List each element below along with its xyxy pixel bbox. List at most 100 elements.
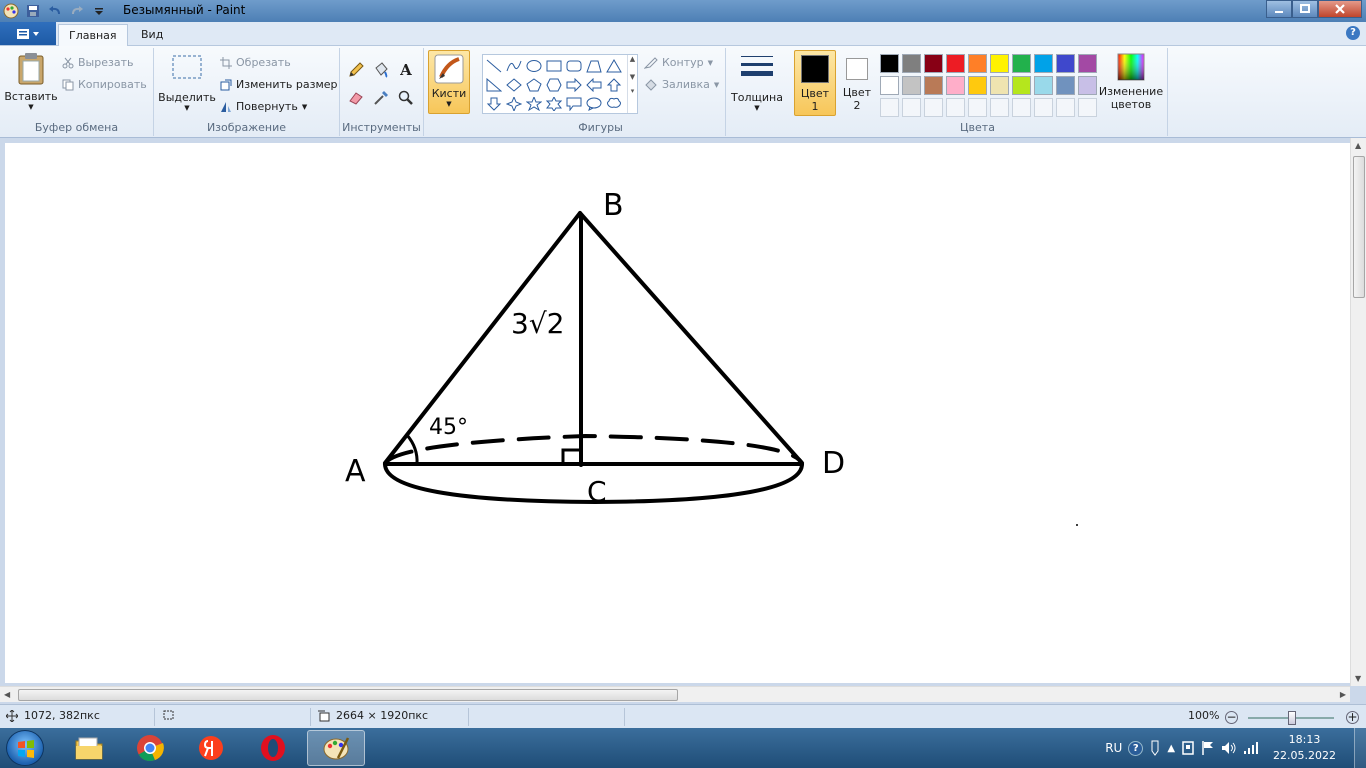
palette-color-swatch[interactable]	[968, 76, 987, 95]
palette-custom-empty-swatch[interactable]	[1034, 98, 1053, 117]
palette-custom-empty-swatch[interactable]	[880, 98, 899, 117]
palette-custom-empty-swatch[interactable]	[1056, 98, 1075, 117]
palette-color-swatch[interactable]	[968, 54, 987, 73]
undo-icon[interactable]	[46, 2, 64, 20]
edit-colors-button[interactable]: Изменение цветов	[1098, 52, 1164, 111]
language-help-icon[interactable]: ?	[1128, 740, 1144, 756]
tab-view[interactable]: Вид	[131, 24, 173, 46]
palette-color-swatch[interactable]	[880, 76, 899, 95]
fill-bucket-icon[interactable]	[371, 60, 391, 80]
five-point-star-shape-icon[interactable]	[524, 94, 544, 113]
palette-color-swatch[interactable]	[1012, 54, 1031, 73]
size-button[interactable]: Толщина ▼	[730, 52, 784, 112]
shapes-gallery-scroll[interactable]: ▲ ▼ ▾	[627, 55, 637, 113]
palette-color-swatch[interactable]	[946, 54, 965, 73]
polygon-shape-icon[interactable]	[584, 56, 604, 75]
pencil-icon[interactable]	[346, 60, 366, 80]
oval-callout-shape-icon[interactable]	[584, 94, 604, 113]
four-point-star-shape-icon[interactable]	[504, 94, 524, 113]
show-desktop-button[interactable]	[1354, 728, 1366, 768]
outline-button[interactable]: Контур ▼	[644, 56, 713, 69]
taskbar-opera[interactable]	[244, 730, 302, 766]
palette-custom-empty-swatch[interactable]	[990, 98, 1009, 117]
palette-color-swatch[interactable]	[946, 76, 965, 95]
crop-button[interactable]: Обрезать	[220, 56, 291, 69]
palette-custom-empty-swatch[interactable]	[902, 98, 921, 117]
up-arrow-shape-icon[interactable]	[604, 75, 624, 94]
fill-button[interactable]: Заливка ▼	[644, 78, 719, 91]
horizontal-scrollbar[interactable]: ◀ ▶	[0, 686, 1350, 702]
palette-custom-empty-swatch[interactable]	[946, 98, 965, 117]
minimize-button[interactable]	[1266, 0, 1292, 18]
diamond-shape-icon[interactable]	[504, 75, 524, 94]
device-icon[interactable]	[1181, 740, 1195, 756]
paste-button[interactable]: Вставить ▼	[4, 52, 58, 111]
triangle-shape-icon[interactable]	[604, 56, 624, 75]
volume-icon[interactable]	[1221, 740, 1237, 756]
save-icon[interactable]	[24, 2, 42, 20]
color1-button[interactable]: Цвет 1	[794, 50, 836, 116]
vertical-scrollbar[interactable]: ▲ ▼	[1350, 138, 1366, 686]
palette-color-swatch[interactable]	[902, 76, 921, 95]
palette-color-swatch[interactable]	[990, 76, 1009, 95]
rect-callout-shape-icon[interactable]	[564, 94, 584, 113]
tab-home[interactable]: Главная	[58, 24, 128, 46]
scroll-right-icon[interactable]: ▶	[1340, 690, 1346, 699]
palette-color-swatch[interactable]	[924, 54, 943, 73]
cloud-callout-shape-icon[interactable]	[604, 94, 624, 113]
palette-color-swatch[interactable]	[1056, 54, 1075, 73]
palette-color-swatch[interactable]	[1056, 76, 1075, 95]
color-picker-icon[interactable]	[371, 88, 391, 108]
maximize-button[interactable]	[1292, 0, 1318, 18]
redo-icon[interactable]	[68, 2, 86, 20]
drawing-canvas[interactable]: B A C D 3√2 45°	[5, 143, 1350, 683]
taskbar-explorer[interactable]	[60, 730, 118, 766]
right-triangle-shape-icon[interactable]	[484, 75, 504, 94]
action-center-flag-icon[interactable]	[1201, 740, 1215, 756]
pen-input-icon[interactable]	[1149, 740, 1161, 756]
palette-color-swatch[interactable]	[902, 54, 921, 73]
hexagon-shape-icon[interactable]	[544, 75, 564, 94]
right-arrow-shape-icon[interactable]	[564, 75, 584, 94]
rotate-button[interactable]: Повернуть ▼	[220, 100, 307, 113]
paint-app-icon[interactable]	[2, 2, 20, 20]
palette-color-swatch[interactable]	[1078, 54, 1097, 73]
taskbar-yandex[interactable]	[182, 730, 240, 766]
six-point-star-shape-icon[interactable]	[544, 94, 564, 113]
scroll-down-icon[interactable]: ▼	[1355, 674, 1361, 683]
palette-custom-empty-swatch[interactable]	[1012, 98, 1031, 117]
color2-button[interactable]: Цвет 2	[838, 50, 876, 116]
taskbar-paint[interactable]	[307, 730, 365, 766]
clock[interactable]: 18:13 22.05.2022	[1265, 732, 1348, 764]
paint-menu-button[interactable]	[0, 22, 56, 45]
rectangle-shape-icon[interactable]	[544, 56, 564, 75]
palette-color-swatch[interactable]	[1034, 76, 1053, 95]
palette-custom-empty-swatch[interactable]	[1078, 98, 1097, 117]
palette-color-swatch[interactable]	[990, 54, 1009, 73]
line-shape-icon[interactable]	[484, 56, 504, 75]
resize-button[interactable]: Изменить размер	[220, 78, 338, 91]
zoom-slider-thumb[interactable]	[1288, 711, 1296, 725]
horizontal-scroll-thumb[interactable]	[18, 689, 678, 701]
help-icon[interactable]: ?	[1346, 26, 1360, 40]
zoom-out-button[interactable]: −	[1225, 711, 1238, 724]
palette-color-swatch[interactable]	[1034, 54, 1053, 73]
zoom-slider[interactable]	[1248, 711, 1334, 725]
network-signal-icon[interactable]	[1243, 740, 1259, 756]
vertical-scroll-thumb[interactable]	[1353, 156, 1365, 298]
scroll-left-icon[interactable]: ◀	[4, 690, 10, 699]
copy-button[interactable]: Копировать	[62, 78, 147, 91]
cut-button[interactable]: Вырезать	[62, 56, 133, 69]
palette-color-swatch[interactable]	[1078, 76, 1097, 95]
close-button[interactable]	[1318, 0, 1362, 18]
curve-shape-icon[interactable]	[504, 56, 524, 75]
palette-color-swatch[interactable]	[1012, 76, 1031, 95]
select-button[interactable]: Выделить ▼	[158, 52, 216, 112]
left-arrow-shape-icon[interactable]	[584, 75, 604, 94]
text-tool-icon[interactable]: A	[396, 60, 416, 80]
customize-qat-icon[interactable]	[90, 2, 108, 20]
show-hidden-icons-icon[interactable]: ▲	[1167, 743, 1175, 754]
magnifier-icon[interactable]	[396, 88, 416, 108]
palette-color-swatch[interactable]	[880, 54, 899, 73]
eraser-icon[interactable]	[346, 88, 366, 108]
